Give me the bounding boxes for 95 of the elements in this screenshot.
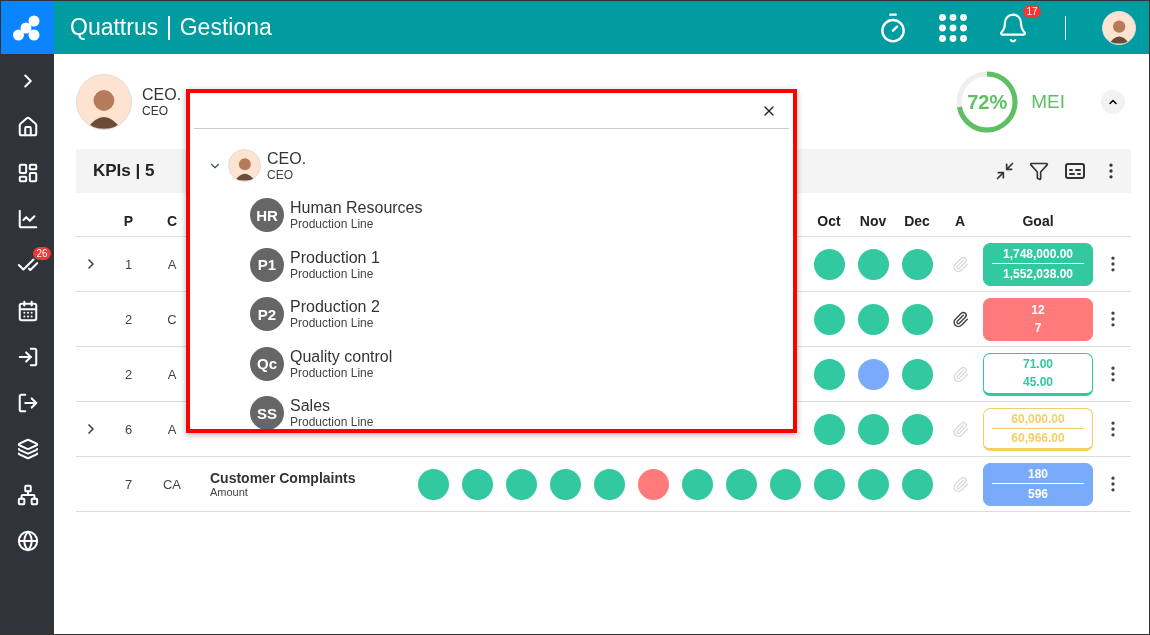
goal-target: 1,748,000.00 [1002,246,1074,261]
collapse-button[interactable] [1101,90,1125,114]
profile-name: CEO. [142,86,182,104]
column-header: P [122,212,135,229]
status-dot[interactable] [549,468,581,500]
home-icon[interactable] [16,116,39,138]
status-dot[interactable] [901,303,933,335]
goal-actual: 1,552,038.00 [1002,267,1074,282]
status-dot[interactable] [901,468,933,500]
initials-avatar: Qc [250,346,284,381]
hierarchy-icon[interactable] [16,484,39,506]
table-cell-text: 7 [123,476,134,492]
dashboard-icon[interactable] [16,162,39,184]
table-cell-text: A [166,421,178,437]
globe-icon[interactable] [16,530,39,552]
node-type: Production Line [290,415,374,429]
status-dot[interactable] [461,468,493,500]
goal-target: 12 [1031,302,1045,317]
table-cell-text: C [166,311,178,327]
table-cell-text: 2 [123,311,134,327]
brand-name: Quattrus [70,14,159,41]
node-role: CEO [267,167,294,182]
status-dot[interactable] [813,413,845,445]
status-dot[interactable] [813,248,845,280]
status-dot[interactable] [813,358,845,390]
layers-icon[interactable] [16,438,39,460]
initials-avatar: P2 [250,297,284,332]
goal-target: 180 [1028,466,1048,481]
node-type: Production Line [290,365,375,380]
calendar-icon[interactable] [16,300,39,322]
status-dot[interactable] [857,248,889,280]
filter-icon[interactable] [1029,161,1049,181]
profile-role: CEO [142,104,169,118]
node-type: Production Line [290,217,375,232]
product-name: Gestiona [179,14,272,41]
notification-count: 17 [1023,4,1041,18]
status-dot[interactable] [417,468,449,500]
status-dot[interactable] [857,468,889,500]
month-header: Nov [858,212,888,229]
score-label: MEI [1031,91,1065,113]
node-type: Production Line [290,316,375,331]
goal-actual: 7 [1034,321,1042,336]
status-dot[interactable] [637,468,669,500]
status-dot[interactable] [769,468,801,500]
goal-target: 71.00 [1023,357,1053,372]
node-name[interactable]: Production 1 [290,248,380,267]
table-cell-text: CA [161,476,183,492]
node-name[interactable]: CEO. [267,149,307,168]
status-dot[interactable] [813,303,845,335]
node-type: Production Line [290,266,375,281]
task-count: 26 [33,247,51,260]
status-dot[interactable] [593,468,625,500]
user-avatar[interactable] [1102,10,1136,45]
status-dot[interactable] [857,303,889,335]
status-dot[interactable] [725,468,757,500]
app-logo[interactable] [1,1,54,54]
month-header: Oct [816,212,842,229]
status-dot[interactable] [813,468,845,500]
progress-ring [955,70,1020,134]
status-dot[interactable] [901,413,933,445]
goal-actual: 45.00 [1023,374,1053,389]
status-dot[interactable] [505,468,537,500]
column-header: Goal [1021,212,1055,229]
goal-actual: 596 [1028,487,1048,502]
status-dot[interactable] [857,413,889,445]
login-icon[interactable] [16,346,39,368]
initials-avatar: HR [250,198,284,233]
table-cell-text: 1 [123,256,134,272]
initials-avatar: P1 [250,247,284,282]
table-cell-text: 6 [123,421,134,437]
node-name[interactable]: Quality control [290,347,393,366]
status-dot[interactable] [901,358,933,390]
column-header: A [953,212,967,229]
status-dot[interactable] [901,248,933,280]
score-percent: 72% [967,90,1008,114]
table-cell-text: A [166,256,178,272]
node-name[interactable]: Production 2 [290,298,380,317]
node-name[interactable]: Human Resources [290,199,423,218]
table-cell-text: 2 [123,366,134,382]
kpi-title: KPIs | 5 [93,161,155,181]
column-header: C [165,212,179,229]
paperclip-icon[interactable] [951,310,969,328]
kpi-name: Customer Complaints [210,470,357,486]
chart-line-icon[interactable] [16,208,39,230]
goal-target: 60,000.00 [1011,411,1065,426]
month-header: Dec [903,212,931,229]
table-cell-text: A [166,366,178,382]
status-dot[interactable] [681,468,713,500]
node-name[interactable]: Sales [290,397,374,416]
kpi-unit: Amount [210,486,249,498]
goal-actual: 60,966.00 [1011,430,1065,445]
status-dot[interactable] [857,358,889,390]
collapse-arrows-icon[interactable] [995,161,1015,181]
logout-icon[interactable] [16,392,39,414]
initials-avatar: SS [250,396,284,429]
